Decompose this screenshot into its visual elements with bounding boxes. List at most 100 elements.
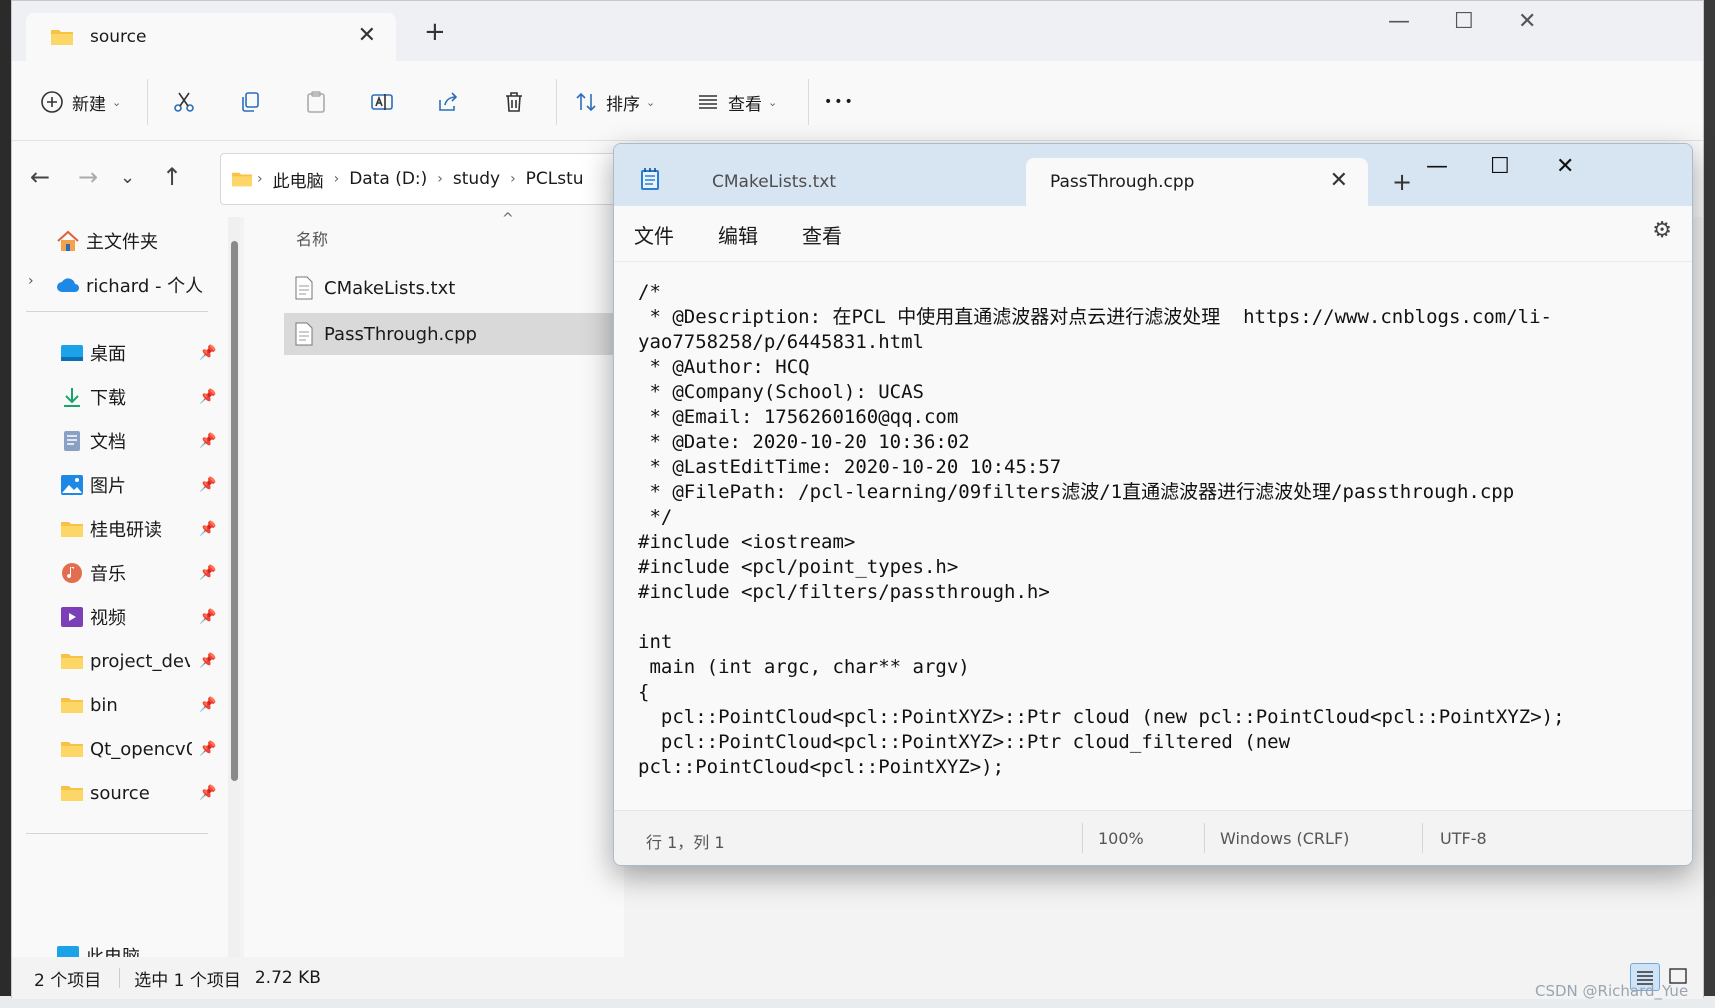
close-tab-icon[interactable]: ✕ — [1330, 168, 1348, 193]
back-arrow-icon[interactable]: ← — [30, 163, 50, 191]
breadcrumb-chevron-icon: › — [257, 171, 263, 187]
sidebar-divider — [26, 833, 208, 834]
sidebar-item-home[interactable]: 主文件夹 — [56, 225, 226, 257]
pin-icon[interactable]: 📌 — [199, 389, 216, 405]
file-row[interactable]: CMakeLists.txt — [284, 267, 636, 309]
sort-button[interactable]: 排序 ⌄ — [572, 85, 655, 119]
music-icon — [62, 563, 82, 583]
sidebar-item-label: 文档 — [90, 432, 126, 453]
sidebar-item-qt-opencv[interactable]: Qt_opencv0 — [60, 733, 192, 765]
pin-icon[interactable]: 📌 — [199, 609, 216, 625]
more-options-button[interactable]: ••• — [824, 85, 855, 119]
paste-button[interactable] — [302, 85, 330, 119]
computer-icon — [57, 946, 79, 957]
breadcrumb-chevron-icon: › — [510, 171, 516, 187]
file-row-selected[interactable]: PassThrough.cpp — [284, 313, 636, 355]
copy-button[interactable] — [236, 85, 264, 119]
delete-button[interactable] — [500, 85, 528, 119]
toolbar-divider — [808, 79, 809, 125]
sidebar-item-onedrive[interactable]: richard - 个人 — [56, 269, 226, 301]
sidebar-scrollbar-thumb[interactable] — [231, 241, 238, 781]
pin-icon[interactable]: 📌 — [199, 477, 216, 493]
recent-locations-chevron-icon[interactable]: ⌄ — [120, 167, 135, 188]
pin-icon[interactable]: 📌 — [199, 345, 216, 361]
minimize-icon[interactable]: — — [1426, 154, 1448, 179]
documents-icon — [64, 431, 80, 451]
sidebar-item-project-deve[interactable]: project_deve — [60, 645, 190, 677]
pin-icon[interactable]: 📌 — [199, 521, 216, 537]
new-button[interactable]: 新建 ⌄ — [38, 85, 121, 119]
close-tab-icon[interactable]: ✕ — [358, 23, 376, 48]
pin-icon[interactable]: 📌 — [199, 697, 216, 713]
pin-icon[interactable]: 📌 — [199, 433, 216, 449]
sidebar-item-this-pc[interactable]: 此电脑 — [56, 943, 226, 957]
text-editor[interactable]: /* * @Description: 在PCL 中使用直通滤波器对点云进行滤波处… — [614, 262, 1692, 810]
editor-content[interactable]: /* * @Description: 在PCL 中使用直通滤波器对点云进行滤波处… — [638, 280, 1658, 780]
sort-ascending-icon: ^ — [502, 211, 514, 227]
maximize-icon[interactable]: ☐ — [1490, 154, 1510, 179]
explorer-toolbar: 新建 ⌄ 排序 ⌄ 查看 ⌄ ••• — [12, 61, 1703, 141]
expand-chevron-icon[interactable]: › — [28, 273, 34, 289]
home-icon — [57, 230, 79, 251]
breadcrumb-this-pc[interactable]: 此电脑 — [273, 167, 324, 192]
forward-arrow-icon[interactable]: → — [78, 163, 98, 191]
cut-button[interactable] — [170, 85, 198, 119]
desktop-icon — [61, 345, 83, 361]
pin-icon[interactable]: 📌 — [199, 741, 216, 757]
close-window-icon[interactable]: ✕ — [1556, 154, 1574, 179]
notepad-menu-bar: 文件 编辑 查看 ⚙ — [614, 206, 1692, 262]
gear-icon[interactable]: ⚙ — [1652, 218, 1672, 243]
breadcrumb-chevron-icon: › — [437, 171, 443, 187]
cloud-icon — [57, 278, 79, 292]
folder-icon — [61, 698, 83, 713]
minimize-icon[interactable]: — — [1388, 9, 1410, 34]
maximize-icon[interactable]: ☐ — [1454, 9, 1474, 34]
menu-view[interactable]: 查看 — [802, 220, 842, 249]
close-window-icon[interactable]: ✕ — [1518, 9, 1536, 34]
up-arrow-icon[interactable]: ↑ — [162, 163, 182, 191]
explorer-titlebar: source ✕ + — ☐ ✕ — [12, 1, 1703, 61]
view-button[interactable]: 查看 ⌄ — [694, 85, 777, 119]
notepad-titlebar: CMakeLists.txt PassThrough.cpp ✕ + — ☐ ✕ — [614, 144, 1692, 206]
folder-icon — [61, 786, 83, 801]
share-icon — [434, 88, 462, 116]
new-tab-button[interactable]: + — [1392, 168, 1412, 196]
zoom-level: 100% — [1098, 829, 1144, 848]
column-header-name[interactable]: 名称 — [296, 226, 328, 250]
navigation-pane: 主文件夹 › richard - 个人 桌面 📌 下载 📌 文档 📌 图片 📌 — [12, 217, 230, 957]
explorer-tab[interactable]: source ✕ — [26, 13, 396, 61]
new-tab-button[interactable]: + — [424, 17, 446, 47]
copy-icon — [236, 88, 264, 116]
notepad-tab-passthrough[interactable]: PassThrough.cpp ✕ — [1026, 158, 1368, 206]
pin-icon[interactable]: 📌 — [199, 565, 216, 581]
rename-button[interactable] — [368, 85, 396, 119]
watermark: CSDN @Richard_Yue — [1535, 982, 1689, 1000]
breadcrumb-pclstudy[interactable]: PCLstu — [526, 169, 584, 189]
selected-size: 2.72 KB — [254, 968, 321, 988]
status-divider — [1082, 823, 1083, 853]
sidebar-divider — [26, 311, 208, 312]
share-button[interactable] — [434, 85, 462, 119]
chevron-down-icon: ⌄ — [768, 95, 778, 109]
encoding: UTF-8 — [1440, 829, 1487, 848]
menu-file[interactable]: 文件 — [634, 220, 674, 249]
video-icon — [61, 607, 83, 627]
breadcrumb-study[interactable]: study — [453, 169, 500, 189]
sidebar-item-label: 桌面 — [90, 344, 126, 365]
pictures-icon — [61, 475, 83, 495]
sort-icon — [572, 88, 600, 116]
item-count: 2 个项目 — [34, 970, 102, 991]
notepad-tab-cmakelists[interactable]: CMakeLists.txt — [664, 158, 1024, 206]
tab-title: CMakeLists.txt — [712, 172, 837, 192]
scissors-icon — [170, 88, 198, 116]
pin-icon[interactable]: 📌 — [199, 785, 216, 801]
sidebar-item-label: 下载 — [90, 388, 126, 409]
folder-icon — [51, 30, 73, 45]
sidebar-item-label: 此电脑 — [86, 943, 140, 957]
pin-icon[interactable]: 📌 — [199, 653, 216, 669]
breadcrumb-drive[interactable]: Data (D:) — [349, 169, 427, 189]
address-bar[interactable]: › 此电脑 › Data (D:) › study › PCLstu — [220, 153, 620, 205]
download-icon — [64, 388, 80, 407]
sidebar-item-label: 图片 — [90, 476, 126, 497]
menu-edit[interactable]: 编辑 — [718, 220, 758, 249]
